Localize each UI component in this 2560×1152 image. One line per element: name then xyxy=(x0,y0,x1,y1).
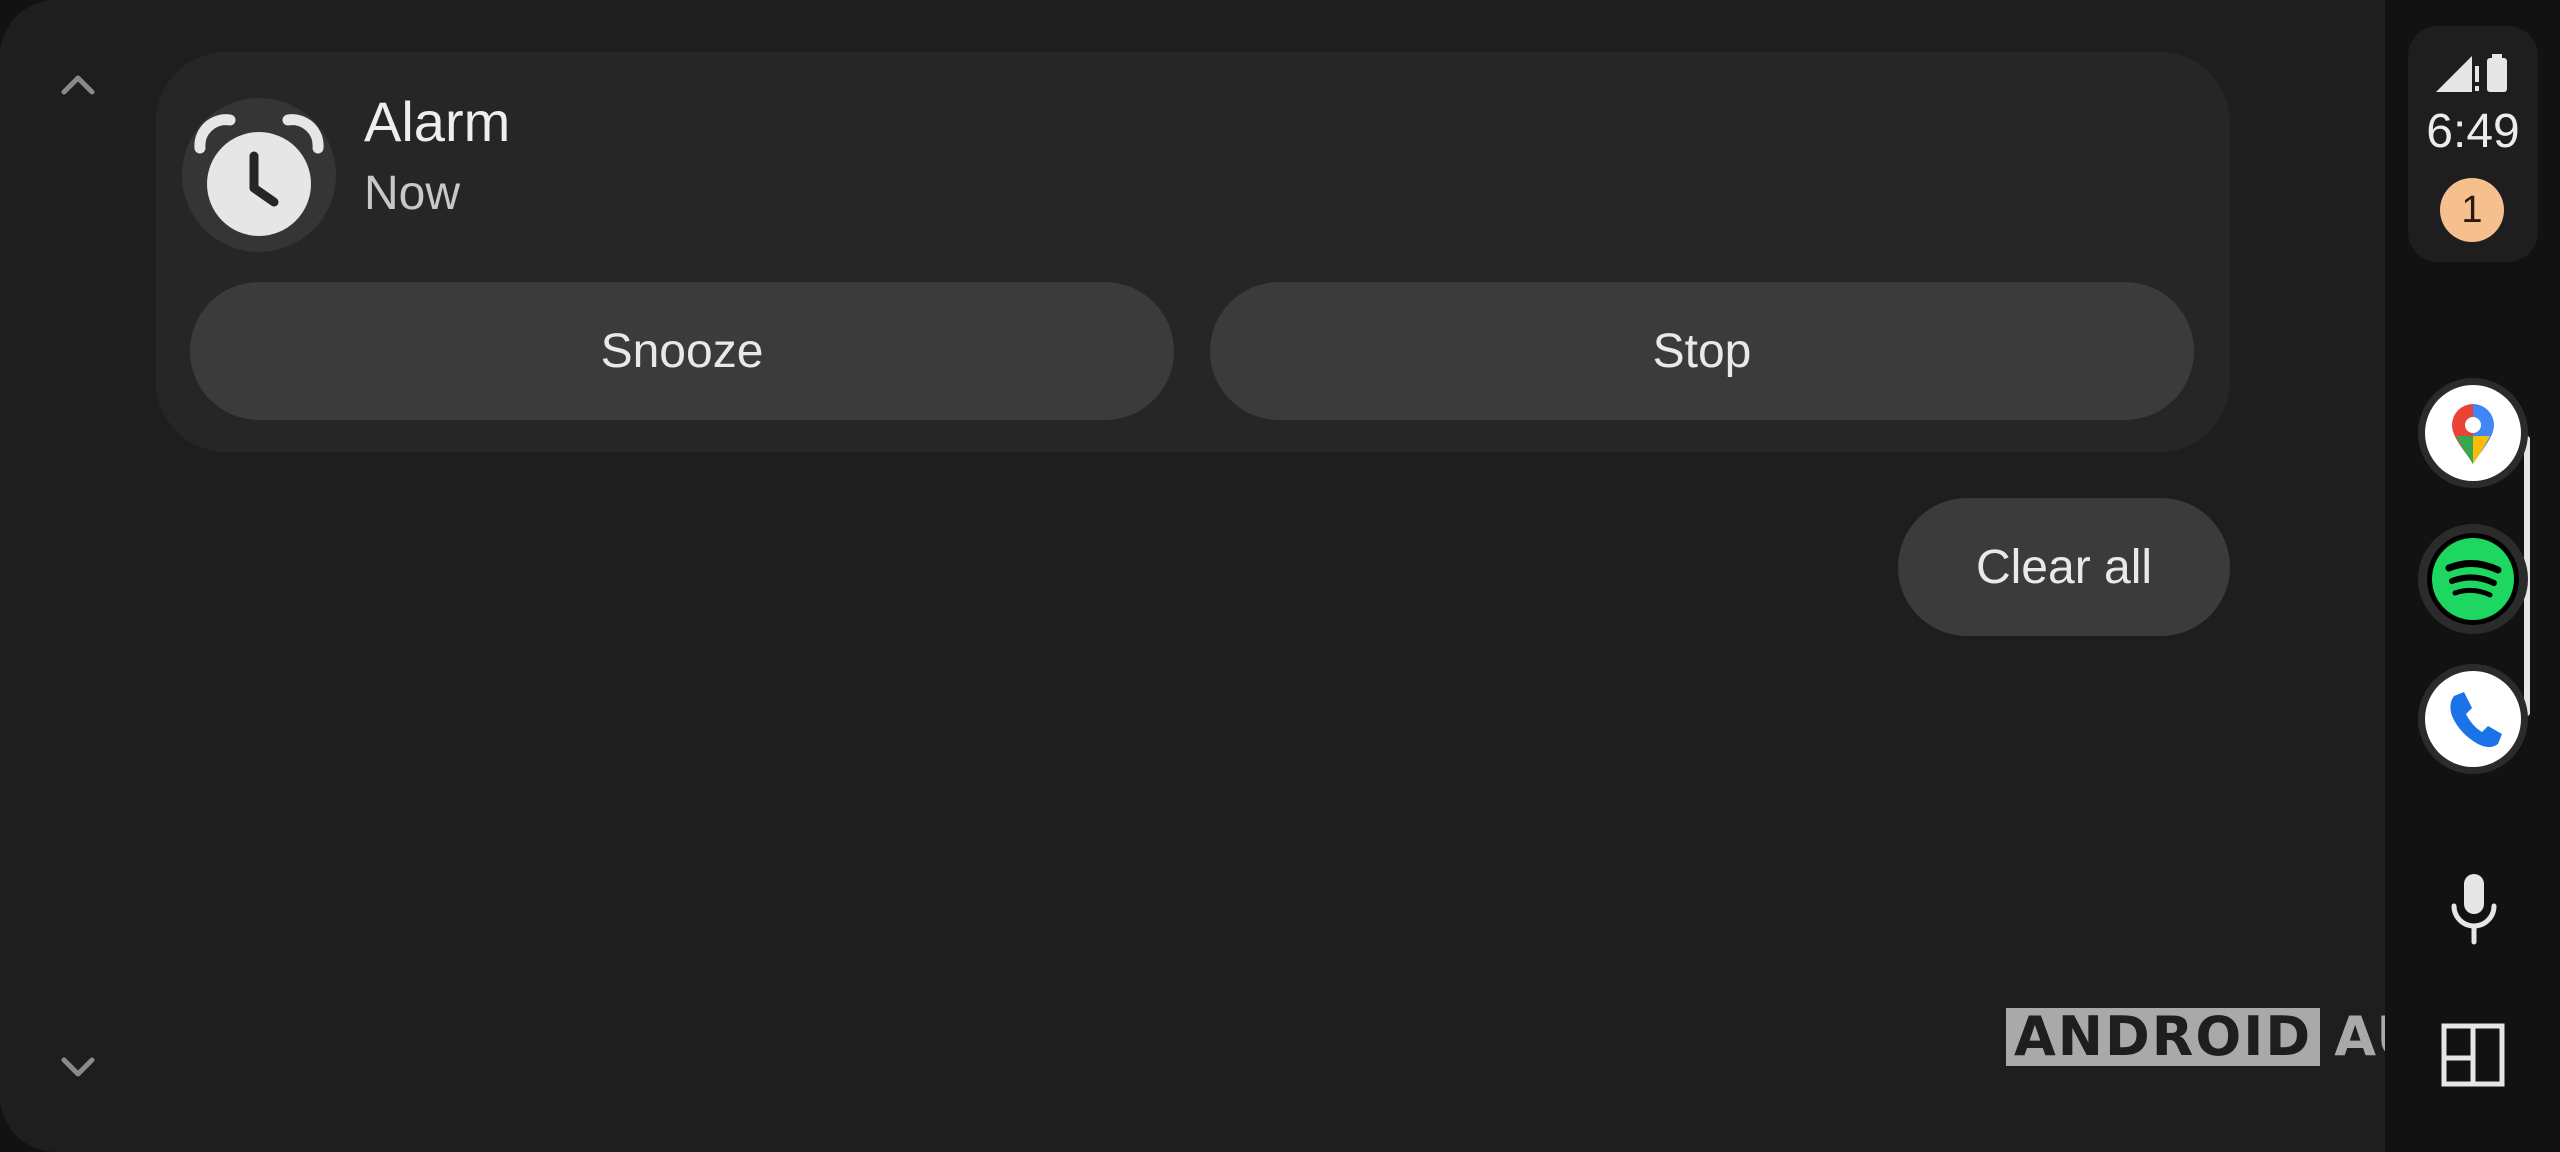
snooze-button[interactable]: Snooze xyxy=(190,282,1174,420)
alarm-notification-card[interactable]: Alarm Now Snooze Stop xyxy=(156,52,2230,452)
notification-count-badge[interactable]: 1 xyxy=(2440,178,2504,242)
maps-app-button[interactable] xyxy=(2416,376,2530,490)
status-panel[interactable]: 6:49 1 xyxy=(2408,26,2538,262)
mic-icon[interactable] xyxy=(2444,870,2504,950)
phone-app-button[interactable] xyxy=(2416,662,2530,776)
spotify-app-button[interactable] xyxy=(2416,522,2530,636)
status-clock: 6:49 xyxy=(2426,105,2520,158)
signal-icon xyxy=(2436,56,2479,92)
watermark-part1: ANDROID xyxy=(2006,1008,2321,1066)
notification-screen: Alarm Now Snooze Stop Clear all ANDROID … xyxy=(0,0,2385,1152)
watermark-part2: AUTHORITY xyxy=(2334,1005,2385,1068)
alarm-app-icon-container xyxy=(182,98,336,252)
launcher-icon[interactable] xyxy=(2440,1022,2506,1088)
clear-all-button[interactable]: Clear all xyxy=(1898,498,2230,636)
maps-icon xyxy=(2418,378,2528,488)
battery-icon xyxy=(2487,54,2507,92)
phone-icon xyxy=(2418,664,2528,774)
chevron-up-icon[interactable] xyxy=(56,64,100,108)
notification-time: Now xyxy=(364,167,461,220)
spotify-icon xyxy=(2418,524,2528,634)
watermark: ANDROID AUTHORITY xyxy=(2006,1008,2385,1066)
chevron-down-icon[interactable] xyxy=(56,1044,100,1088)
status-icons xyxy=(2436,54,2507,92)
stop-button[interactable]: Stop xyxy=(1210,282,2194,420)
notification-title: Alarm xyxy=(364,90,511,153)
alarm-clock-icon xyxy=(194,114,324,236)
